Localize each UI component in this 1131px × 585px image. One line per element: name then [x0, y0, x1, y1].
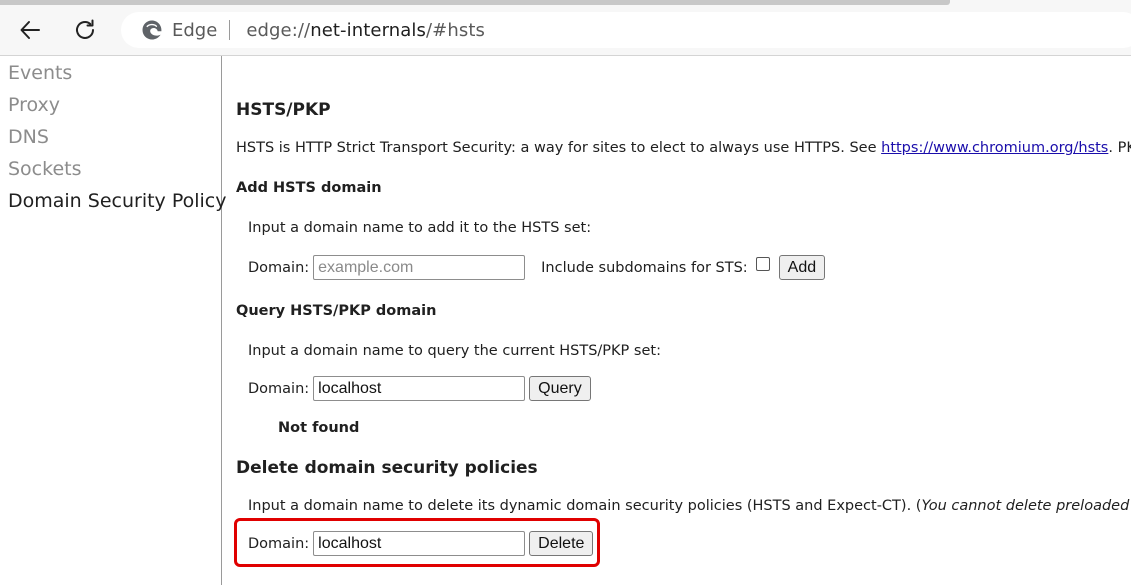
- url-path: /#hsts: [426, 19, 485, 41]
- browser-toolbar: Edge edge://net-internals/#hsts: [0, 0, 1131, 56]
- sidebar-item-sockets[interactable]: Sockets: [8, 158, 82, 180]
- delete-domain-input[interactable]: [313, 531, 526, 556]
- query-domain-label: Domain:: [248, 380, 310, 397]
- include-subdomains-checkbox[interactable]: [755, 256, 770, 271]
- reload-icon: [76, 19, 94, 39]
- sidebar-item-events[interactable]: Events: [8, 62, 72, 84]
- hsts-info-link[interactable]: https://www.chromium.org/hsts: [881, 140, 1108, 156]
- url-text[interactable]: edge://net-internals/#hsts: [246, 20, 485, 41]
- intro-text-after: . PKP is Public Key: [1108, 140, 1131, 156]
- url-scheme: edge://: [246, 19, 311, 41]
- include-subdomains-label: Include subdomains for STS:: [541, 259, 748, 276]
- reload-button[interactable]: [67, 12, 103, 48]
- sidebar-item-proxy[interactable]: Proxy: [8, 94, 60, 116]
- back-arrow-icon: [20, 21, 40, 39]
- query-hsts-heading: Query HSTS/PKP domain: [236, 303, 437, 319]
- delete-policies-form: Domain: Delete: [248, 531, 594, 556]
- intro-text-before: HSTS is HTTP Strict Transport Security: …: [236, 140, 882, 156]
- query-hsts-description: Input a domain name to query the current…: [248, 343, 661, 359]
- delete-button[interactable]: Delete: [529, 531, 594, 556]
- delete-policies-description: Input a domain name to delete its dynami…: [248, 498, 1131, 514]
- page-title: HSTS/PKP: [236, 100, 331, 120]
- main-content: HSTS/PKP HSTS is HTTP Strict Transport S…: [222, 56, 1131, 585]
- query-hsts-form: Domain: Query: [248, 376, 591, 401]
- add-hsts-description: Input a domain name to add it to the HST…: [248, 220, 592, 236]
- browser-name-label: Edge: [172, 19, 218, 41]
- query-button[interactable]: Query: [529, 376, 591, 401]
- delete-description-italic: You cannot delete preloaded entries.: [921, 498, 1131, 514]
- add-hsts-heading: Add HSTS domain: [236, 180, 382, 196]
- address-bar[interactable]: Edge edge://net-internals/#hsts: [121, 12, 1131, 48]
- url-host: net-internals: [310, 19, 426, 41]
- add-domain-label: Domain:: [248, 259, 310, 276]
- back-button[interactable]: [12, 12, 48, 48]
- omnibox-separator: [229, 20, 231, 40]
- query-result-text: Not found: [278, 420, 360, 436]
- sidebar: Events Proxy DNS Sockets Domain Security…: [0, 56, 226, 585]
- hsts-intro-text: HSTS is HTTP Strict Transport Security: …: [236, 140, 1131, 156]
- query-domain-input[interactable]: [313, 376, 526, 401]
- add-domain-input[interactable]: [313, 255, 526, 280]
- delete-domain-label: Domain:: [248, 535, 310, 552]
- sidebar-item-dns[interactable]: DNS: [8, 126, 49, 148]
- delete-description-before: Input a domain name to delete its dynami…: [248, 498, 922, 514]
- edge-logo-icon: [141, 19, 163, 41]
- horizontal-scrollbar[interactable]: [0, 0, 950, 5]
- sidebar-item-domain-security-policy[interactable]: Domain Security Policy: [8, 190, 226, 212]
- add-hsts-form: Domain: Include subdomains for STS: Add: [248, 255, 826, 280]
- add-button[interactable]: Add: [778, 255, 826, 280]
- delete-policies-heading: Delete domain security policies: [236, 458, 538, 478]
